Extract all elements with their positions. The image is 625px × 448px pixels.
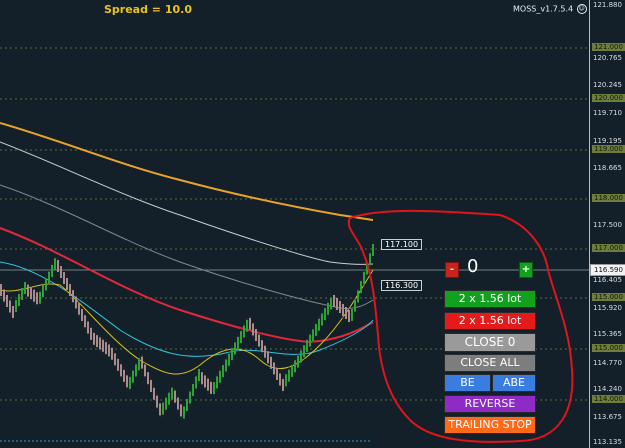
plus-button[interactable]: + [519, 262, 533, 278]
level-tag: 114.000 [592, 395, 625, 403]
smiley-icon: ☺ [576, 4, 587, 14]
minus-button[interactable]: - [445, 262, 459, 278]
axis-tick: 120.765 [593, 54, 622, 62]
reverse-button[interactable]: REVERSE [444, 395, 536, 413]
axis-tick: 114.240 [593, 385, 622, 393]
axis-tick: 117.500 [593, 221, 622, 229]
trailing-stop-button[interactable]: TRAILING STOP [444, 416, 536, 434]
current-price-tag: 116.590 [590, 264, 625, 276]
buy-button[interactable]: 2 x 1.56 lot [444, 290, 536, 308]
ea-name-text: MOSS_v1.7.5.4 [513, 4, 574, 14]
lot-counter: 0 [467, 256, 479, 277]
level-tag: 115.000 [592, 344, 625, 352]
spread-label: Spread = 10.0 [104, 3, 192, 16]
axis-tick: 121.880 [593, 1, 622, 9]
ma-gray-line [0, 184, 374, 309]
axis-tick: 115.365 [593, 330, 622, 338]
price-callout-lower: 116.300 [381, 280, 423, 291]
ma-yellow-line [0, 269, 374, 375]
abe-button[interactable]: ABE [492, 374, 536, 392]
axis-tick: 113.135 [593, 438, 622, 446]
sell-button[interactable]: 2 x 1.56 lot [444, 312, 536, 330]
ma-white-line [0, 141, 374, 265]
axis-tick: 115.920 [593, 304, 622, 312]
level-tag: 121.000 [592, 43, 625, 51]
axis-tick: 113.675 [593, 413, 622, 421]
axis-tick: 118.665 [593, 164, 622, 172]
be-button[interactable]: BE [444, 374, 491, 392]
ea-name-label: MOSS_v1.7.5.4 ☺ [513, 4, 587, 14]
axis-tick: 120.245 [593, 81, 622, 89]
level-tag: 118.000 [592, 194, 625, 202]
level-tag: 120.000 [592, 94, 625, 102]
level-tag: 117.000 [592, 244, 625, 252]
axis-tick: 116.405 [593, 276, 622, 284]
axis-tick: 119.195 [593, 137, 622, 145]
axis-tick: 119.710 [593, 109, 622, 117]
ma-orange-line [0, 122, 374, 221]
axis-tick: 114.770 [593, 359, 622, 367]
price-callout-upper: 117.100 [381, 239, 423, 250]
close-all-button[interactable]: CLOSE ALL [444, 354, 536, 372]
close-button[interactable]: CLOSE 0 [444, 333, 536, 352]
price-bars [0, 241, 374, 422]
level-tag: 119.000 [592, 145, 625, 153]
level-tag: 115.000 [592, 293, 625, 301]
